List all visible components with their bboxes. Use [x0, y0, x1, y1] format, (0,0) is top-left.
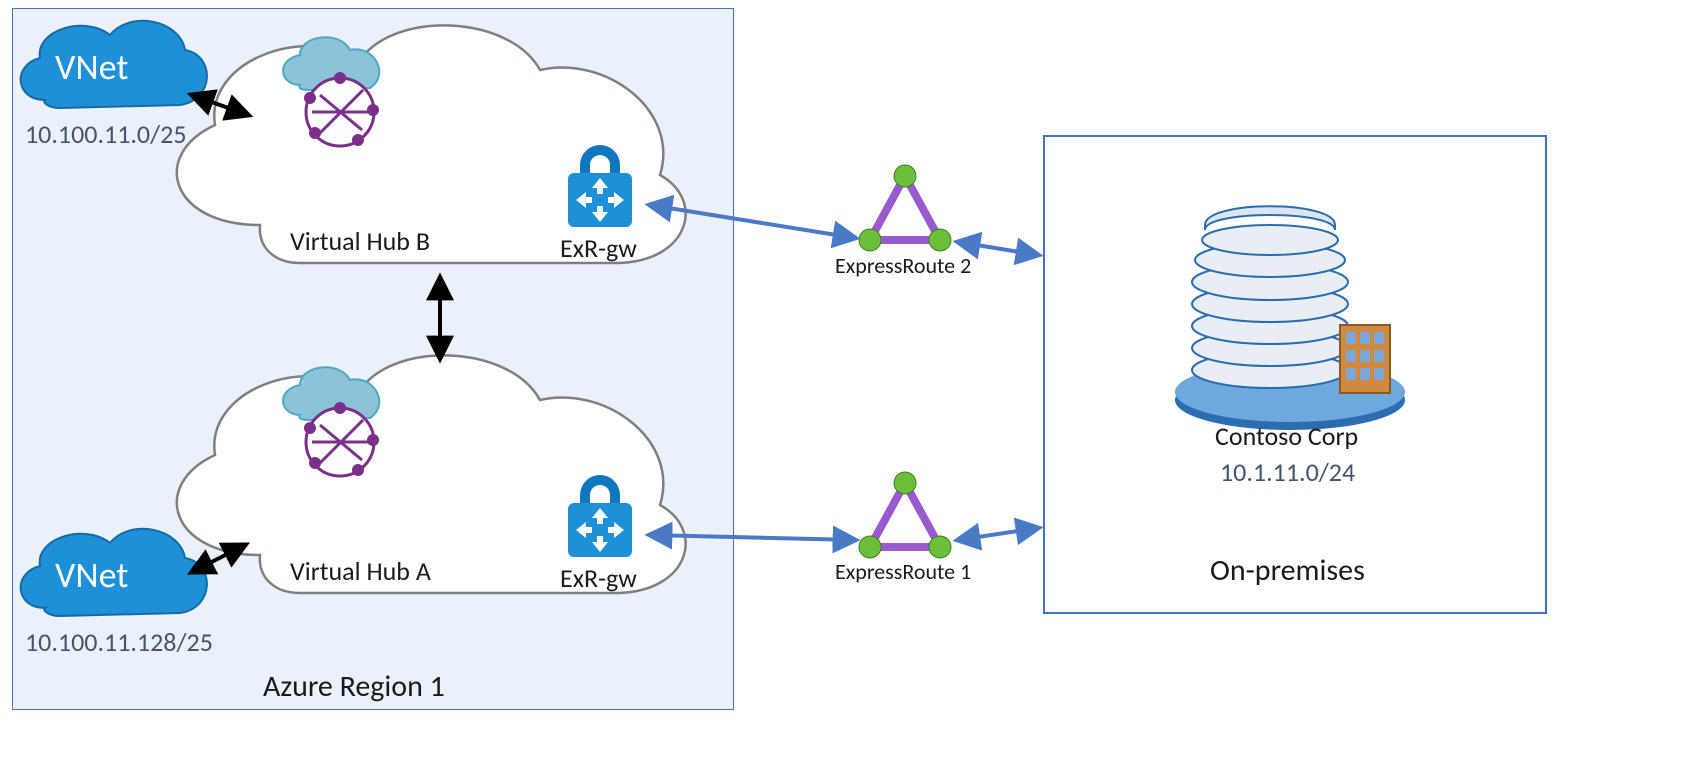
onprem-title: On-premises: [1210, 552, 1365, 589]
azure-region-box: [12, 8, 734, 710]
expressroute-1-icon: [870, 483, 940, 547]
hub-a-gw-label: ExR-gw: [560, 562, 637, 594]
hub-a-label: Virtual Hub A: [290, 555, 431, 587]
hub-b-label: Virtual Hub B: [290, 225, 430, 257]
link-er1-onprem: [958, 528, 1038, 540]
vnet-bottom-cidr: 10.100.11.128/25: [25, 626, 213, 658]
expressroute-2-icon: [870, 176, 940, 240]
er2-label: ExpressRoute 2: [835, 252, 971, 279]
vnet-top-cidr: 10.100.11.0/25: [25, 118, 187, 150]
vnet-top-label: VNet: [55, 45, 128, 89]
vnet-bottom-label: VNet: [55, 553, 128, 597]
onprem-cidr: 10.1.11.0/24: [1220, 456, 1355, 488]
er1-label: ExpressRoute 1: [835, 558, 971, 585]
onprem-box: [1043, 135, 1547, 614]
azure-region-title: Azure Region 1: [263, 668, 445, 705]
onprem-name: Contoso Corp: [1215, 420, 1358, 452]
hub-b-gw-label: ExR-gw: [560, 232, 637, 264]
